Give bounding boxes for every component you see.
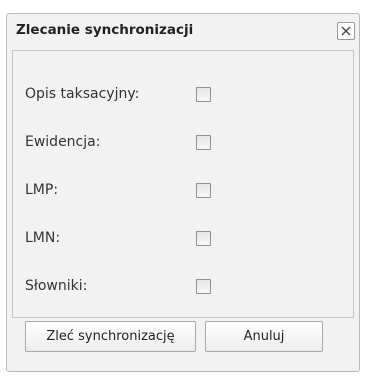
dialog-title: Zlecanie synchronizacji: [16, 22, 194, 38]
option-row-lmn: LMN:: [13, 226, 353, 250]
option-row-ewidencja: Ewidencja:: [13, 130, 353, 154]
option-row-opis-taksacyjny: Opis taksacyjny:: [13, 82, 353, 106]
lmn-checkbox[interactable]: [196, 231, 211, 246]
sync-dialog: Zlecanie synchronizacji Opis taksacyjny:…: [6, 13, 360, 372]
cancel-button[interactable]: Anuluj: [205, 321, 323, 352]
dialog-titlebar: Zlecanie synchronizacji: [7, 14, 359, 48]
slowniki-checkbox[interactable]: [196, 279, 211, 294]
option-label: Słowniki:: [25, 278, 88, 294]
lmp-checkbox[interactable]: [196, 183, 211, 198]
opis-taksacyjny-checkbox[interactable]: [196, 87, 211, 102]
option-row-slowniki: Słowniki:: [13, 274, 353, 298]
sync-options-panel: Opis taksacyjny: Ewidencja: LMP: LMN: Sł…: [12, 50, 354, 318]
submit-sync-button[interactable]: Zleć synchronizację: [25, 321, 196, 352]
option-row-lmp: LMP:: [13, 178, 353, 202]
option-label: LMP:: [25, 182, 59, 198]
option-label: LMN:: [25, 230, 61, 246]
close-icon: [341, 26, 351, 36]
option-label: Ewidencja:: [25, 134, 101, 150]
ewidencja-checkbox[interactable]: [196, 135, 211, 150]
close-button[interactable]: [337, 22, 355, 40]
option-label: Opis taksacyjny:: [25, 86, 140, 102]
